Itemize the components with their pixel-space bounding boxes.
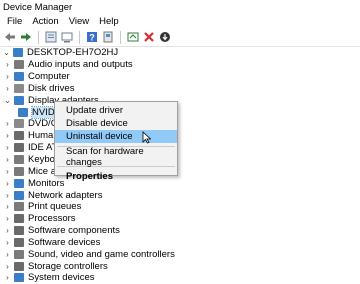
speaker-icon xyxy=(14,60,24,70)
tree-item-software-devices[interactable]: › Software devices xyxy=(0,237,360,249)
tree-item-label: Sound, video and game controllers xyxy=(28,248,175,260)
chevron-right-icon[interactable]: › xyxy=(3,238,12,247)
menu-bar: File Action View Help xyxy=(0,14,360,28)
menu-item-update-driver[interactable]: Update driver xyxy=(55,104,177,117)
printer-icon xyxy=(14,202,24,212)
menu-view[interactable]: View xyxy=(64,16,94,27)
tree-item-label: Computer xyxy=(28,71,70,83)
speaker-icon xyxy=(14,249,24,259)
monitor-icon xyxy=(14,178,24,188)
chevron-right-icon[interactable]: › xyxy=(3,179,12,188)
tree-item-label: System devices xyxy=(28,272,95,284)
tree-item-network[interactable]: › Network adapters xyxy=(0,189,360,201)
menu-item-properties[interactable]: Properties xyxy=(55,170,177,183)
tree-item-system[interactable]: › System devices xyxy=(0,272,360,284)
chevron-right-icon[interactable]: › xyxy=(3,167,12,176)
chevron-right-icon[interactable]: › xyxy=(3,273,12,282)
back-arrow-icon[interactable] xyxy=(3,30,17,44)
update-driver-icon[interactable] xyxy=(101,30,115,44)
menu-item-disable-device[interactable]: Disable device xyxy=(55,117,177,130)
chevron-right-icon[interactable]: › xyxy=(3,250,12,259)
context-menu: Update driver Disable device Uninstall d… xyxy=(54,101,178,182)
tree-item-label: Processors xyxy=(28,213,76,225)
chevron-right-icon[interactable]: › xyxy=(3,191,12,200)
tree-item-label: Software devices xyxy=(28,236,101,248)
tree-item-label: Software components xyxy=(28,225,120,237)
tree-item-monitors[interactable]: › Monitors xyxy=(0,177,360,189)
hid-icon xyxy=(14,131,24,141)
mouse-cursor-icon xyxy=(142,131,152,147)
chevron-right-icon[interactable]: › xyxy=(3,72,12,81)
tree-item-storage[interactable]: › Storage controllers xyxy=(0,260,360,272)
chevron-down-icon[interactable]: ⌄ xyxy=(3,96,12,105)
uninstall-x-icon[interactable] xyxy=(142,30,156,44)
title-bar: Device Manager xyxy=(0,0,360,14)
tree-item-software-components[interactable]: › Software components xyxy=(0,225,360,237)
window-title: Device Manager xyxy=(3,1,73,13)
menu-file[interactable]: File xyxy=(2,16,27,27)
toolbar-separator xyxy=(38,30,39,44)
tree-item-sound[interactable]: › Sound, video and game controllers xyxy=(0,248,360,260)
tree-item-computer[interactable]: › Computer xyxy=(0,71,360,83)
scan-hardware-icon[interactable] xyxy=(126,30,140,44)
chevron-right-icon[interactable]: › xyxy=(3,131,12,140)
tree-root-label: DESKTOP-EH7O2HJ xyxy=(27,47,119,59)
network-icon xyxy=(14,190,24,200)
chevron-down-icon[interactable]: ⌄ xyxy=(2,48,11,57)
toolbar-separator xyxy=(79,30,80,44)
tree-item-label: Storage controllers xyxy=(28,260,108,272)
chevron-right-icon[interactable]: › xyxy=(3,202,12,211)
chevron-right-icon[interactable]: › xyxy=(3,155,12,164)
chevron-right-icon[interactable]: › xyxy=(3,84,12,93)
chevron-right-icon[interactable]: › xyxy=(3,60,12,69)
menu-item-scan-hardware[interactable]: Scan for hardware changes xyxy=(55,146,177,168)
keyboard-icon xyxy=(14,155,24,165)
menu-help[interactable]: Help xyxy=(94,16,124,27)
chevron-right-icon[interactable]: › xyxy=(3,119,12,128)
tree-item-label: Disk drives xyxy=(28,82,75,94)
properties-icon[interactable] xyxy=(44,30,58,44)
ide-icon xyxy=(14,143,24,153)
chevron-right-icon[interactable]: › xyxy=(3,226,12,235)
system-icon xyxy=(14,273,24,283)
tree-item-processors[interactable]: › Processors xyxy=(0,213,360,225)
download-icon[interactable] xyxy=(158,30,172,44)
processor-icon xyxy=(14,214,24,224)
monitor-icon xyxy=(14,72,24,82)
tree-root[interactable]: ⌄ DESKTOP-EH7O2HJ xyxy=(0,47,360,59)
tree-item-label: Print queues xyxy=(28,201,82,213)
dvd-icon xyxy=(14,119,24,129)
storage-icon xyxy=(14,261,24,271)
help-icon[interactable]: ? xyxy=(85,30,99,44)
toolbar: ? xyxy=(0,28,360,47)
tree-item-disk-drives[interactable]: › Disk drives xyxy=(0,83,360,95)
tree-item-audio[interactable]: › Audio inputs and outputs xyxy=(0,59,360,71)
software-icon xyxy=(14,226,24,236)
forward-arrow-icon[interactable] xyxy=(19,30,33,44)
display-adapter-icon xyxy=(18,107,28,117)
tree-item-label: Network adapters xyxy=(28,189,103,201)
software-icon xyxy=(14,237,24,247)
computer-icon[interactable] xyxy=(60,30,74,44)
mouse-icon xyxy=(14,166,24,176)
chevron-right-icon[interactable]: › xyxy=(3,262,12,271)
disk-icon xyxy=(14,83,24,93)
svg-text:?: ? xyxy=(89,33,95,43)
display-adapter-icon xyxy=(14,95,24,105)
computer-icon xyxy=(13,48,23,58)
menu-action[interactable]: Action xyxy=(27,16,63,27)
tree-item-label: Audio inputs and outputs xyxy=(28,59,133,71)
tree-item-print-queues[interactable]: › Print queues xyxy=(0,201,360,213)
chevron-right-icon[interactable]: › xyxy=(3,143,12,152)
chevron-right-icon[interactable]: › xyxy=(3,214,12,223)
toolbar-separator xyxy=(120,30,121,44)
menu-item-uninstall-device[interactable]: Uninstall device xyxy=(55,130,177,143)
